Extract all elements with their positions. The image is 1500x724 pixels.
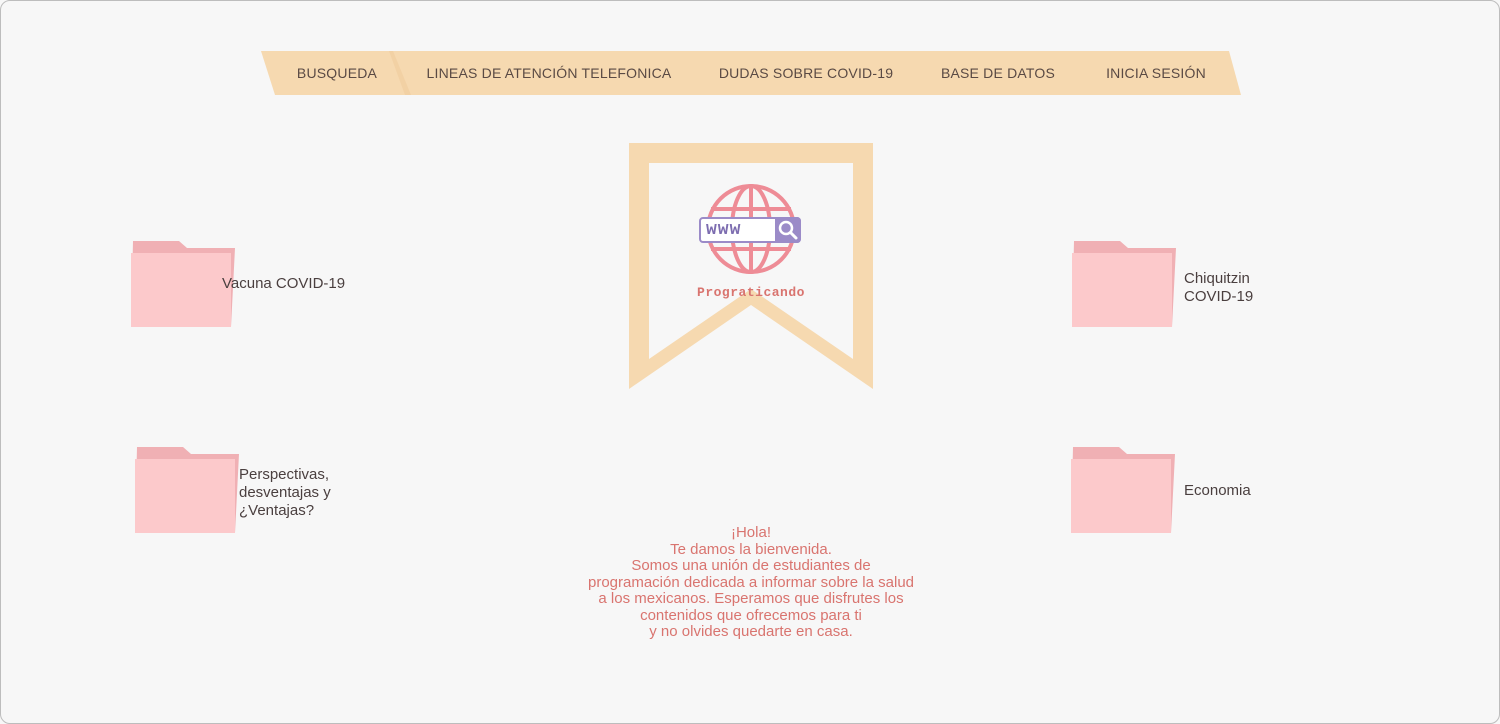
folder-icon-vacuna[interactable]	[131, 241, 235, 327]
folder-icon-perspectivas[interactable]	[135, 447, 239, 533]
folder-label-vacuna[interactable]: Vacuna COVID-19	[222, 275, 345, 293]
nav-item-base-datos[interactable]: BASE DE DATOS	[933, 51, 1063, 95]
nav-item-inicia-sesion[interactable]: INICIA SESIÓN	[1099, 51, 1213, 95]
magnifier-icon	[778, 220, 798, 240]
folder-icon-chiquitzin[interactable]	[1072, 241, 1176, 327]
welcome-message: ¡Hola! Te damos la bienvenida. Somos una…	[587, 524, 914, 640]
nav-item-busqueda[interactable]: BUSQUEDA	[287, 51, 387, 95]
folder-label-economia[interactable]: Economia	[1184, 482, 1251, 500]
nav-item-dudas-covid[interactable]: DUDAS SOBRE COVID-19	[713, 51, 899, 95]
www-search-bar: www	[699, 217, 801, 243]
folder-icon-economia[interactable]	[1071, 447, 1175, 533]
folder-label-perspectivas[interactable]: Perspectivas, desventajas y ¿Ventajas?	[239, 466, 331, 520]
nav-item-lineas-atencion[interactable]: LINEAS DE ATENCIÓN TELEFONICA	[421, 51, 677, 95]
main-nav: BUSQUEDA LINEAS DE ATENCIÓN TELEFONICA D…	[261, 51, 1241, 95]
search-icon-box	[775, 217, 801, 243]
www-text: www	[706, 220, 742, 240]
folder-label-chiquitzin[interactable]: Chiquitzin COVID-19	[1184, 270, 1253, 306]
site-logo: www Prograticando	[629, 143, 873, 389]
brand-name: Prograticando	[697, 285, 805, 300]
